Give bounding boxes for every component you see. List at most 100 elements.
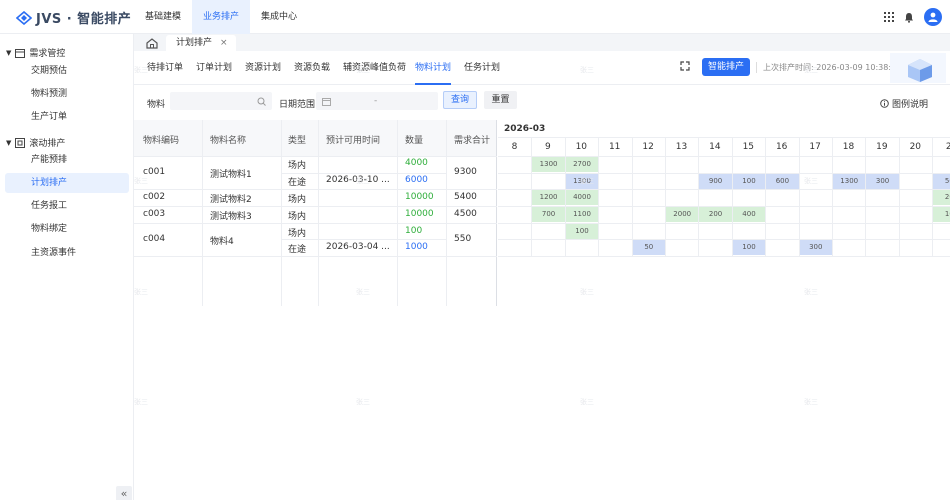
gantt-bar[interactable]: 600 xyxy=(766,174,799,189)
gantt-bar[interactable]: 1100 xyxy=(565,207,599,222)
tab-plan-scheduling[interactable]: 计划排产 × xyxy=(166,35,236,51)
gantt-bar[interactable]: 4000 xyxy=(565,190,599,205)
tab-label: 计划排产 xyxy=(176,38,213,48)
bell-icon[interactable] xyxy=(904,12,914,23)
watermark: 张三 xyxy=(580,398,594,406)
subtab-material-plan[interactable]: 物料计划 xyxy=(415,51,452,85)
app-title: JVS · 智能排产 xyxy=(36,12,132,27)
subtab-resource-plan[interactable]: 资源计划 xyxy=(245,51,281,85)
legend-button[interactable]: 图例说明 xyxy=(880,97,928,110)
logo-icon xyxy=(16,10,32,25)
collapse-sidebar-button[interactable]: « xyxy=(116,486,132,500)
table-header-bg xyxy=(134,120,497,156)
sidebar-group-label: 需求管控 xyxy=(29,49,66,59)
gantt-bar[interactable]: 20 xyxy=(933,190,950,205)
cube-illustration-icon xyxy=(890,53,946,83)
gantt-bar[interactable]: 1200 xyxy=(532,190,565,205)
app-logo[interactable]: JVS · 智能排产 xyxy=(16,8,131,27)
sidebar-item-delivery-estimate[interactable]: 交期预估 xyxy=(5,61,129,81)
watermark: 张三 xyxy=(356,177,370,185)
sidebar-item-material-binding[interactable]: 物料绑定 xyxy=(5,219,129,239)
top-bar: JVS · 智能排产 基础建模 业务排产 集成中心 xyxy=(0,0,950,34)
subtab-aux-resource-peak[interactable]: 辅资源峰值负荷 xyxy=(343,51,406,85)
caret-down-icon: ▼ xyxy=(6,138,12,147)
avatar[interactable] xyxy=(924,8,942,26)
gantt-bar[interactable]: 100 xyxy=(732,174,766,189)
material-name: 测试物料1 xyxy=(210,170,252,180)
subtab-task-plan[interactable]: 任务计划 xyxy=(464,51,500,85)
material-code: c004 xyxy=(143,234,166,244)
fullscreen-icon[interactable] xyxy=(680,61,690,71)
gantt-bar[interactable]: 300 xyxy=(866,174,899,189)
date-range-input[interactable]: - xyxy=(316,92,438,110)
material-filter-label: 物料 xyxy=(147,100,166,110)
demand-total: 5400 xyxy=(454,192,477,202)
query-button[interactable]: 查询 xyxy=(443,91,477,109)
gantt-bar[interactable]: 300 xyxy=(799,240,832,255)
demand-total: 9300 xyxy=(454,167,477,177)
sidebar-item-main-resource-event[interactable]: 主资源事件 xyxy=(5,243,129,263)
sidebar-item-capacity-prescheduling[interactable]: 产能预排 xyxy=(5,150,129,170)
home-icon[interactable] xyxy=(144,36,160,50)
material-name: 测试物料3 xyxy=(210,212,252,222)
close-icon[interactable]: × xyxy=(220,35,228,51)
apps-grid-icon[interactable] xyxy=(884,12,894,22)
sidebar-item-material-forecast[interactable]: 物料预测 xyxy=(5,84,129,104)
topnav-integration-center[interactable]: 集成中心 xyxy=(250,0,308,34)
gantt-day-label: 9 xyxy=(545,142,551,152)
gantt-bar[interactable]: 100 xyxy=(732,240,766,255)
gantt-bar[interactable]: 2700 xyxy=(565,157,599,172)
material-qty: 10000 xyxy=(405,192,434,202)
sidebar-item-task-report[interactable]: 任务报工 xyxy=(5,196,129,216)
gantt-bar[interactable]: 700 xyxy=(532,207,565,222)
date-range-separator: - xyxy=(374,96,378,106)
material-type: 在途 xyxy=(288,178,307,188)
gantt-day-label: 17 xyxy=(809,142,821,152)
material-type: 在途 xyxy=(288,245,307,255)
last-schedule-time: 上次排产时间: 2026-03-09 10:38:58 xyxy=(756,62,901,73)
subtab-pending-orders[interactable]: 待排订单 xyxy=(147,51,183,85)
gantt-bar[interactable]: 100 xyxy=(565,224,599,239)
search-icon xyxy=(257,97,266,106)
gantt-bar[interactable]: 400 xyxy=(732,207,766,222)
caret-down-icon: ▼ xyxy=(6,48,12,57)
material-qty: 10000 xyxy=(405,209,434,219)
gantt-bar[interactable]: 900 xyxy=(699,174,732,189)
info-icon xyxy=(880,99,889,108)
reset-button[interactable]: 重置 xyxy=(484,91,517,109)
gantt-bar[interactable]: 2000 xyxy=(666,207,699,222)
sidebar-item-plan-scheduling[interactable]: 计划排产 xyxy=(5,173,129,193)
subtab-resource-load[interactable]: 资源负载 xyxy=(294,51,330,85)
gantt-day-label: 19 xyxy=(876,142,888,152)
gantt-day-label: 18 xyxy=(842,142,855,152)
watermark: 张三 xyxy=(134,398,148,406)
header-expected-time: 预计可用时间 xyxy=(326,136,381,146)
gantt-day-label: 10 xyxy=(575,142,588,152)
gantt-bar[interactable]: 200 xyxy=(699,207,732,222)
watermark: 张三 xyxy=(580,66,594,74)
main-panel: 待排订单 订单计划 资源计划 资源负载 辅资源峰值负荷 物料计划 任务计划 智能… xyxy=(134,51,950,500)
user-icon xyxy=(928,12,938,22)
topnav-basic-modeling[interactable]: 基础建模 xyxy=(134,0,192,34)
header-quantity: 数量 xyxy=(405,136,424,146)
gantt-day-label: 2 xyxy=(945,142,950,152)
filter-bar: 物料 日期范围 - 查询 重置 图例说明 xyxy=(134,85,950,119)
smart-schedule-button[interactable]: 智能排产 xyxy=(702,58,750,76)
material-qty: 4000 xyxy=(405,158,428,168)
watermark: 张三 xyxy=(356,398,370,406)
subtab-order-plan[interactable]: 订单计划 xyxy=(196,51,232,85)
gantt-bar[interactable]: 50 xyxy=(632,240,665,255)
topnav-business-scheduling[interactable]: 业务排产 xyxy=(192,0,250,34)
gantt-bar[interactable]: 1300 xyxy=(532,157,565,172)
calendar-icon xyxy=(322,98,331,106)
sidebar-group-rolling[interactable]: ▼ 滚动排产 xyxy=(6,136,65,149)
sidebar-item-production-order[interactable]: 生产订单 xyxy=(5,107,129,127)
demand-total: 550 xyxy=(454,234,472,244)
gantt-bar[interactable]: 10 xyxy=(933,207,950,222)
gantt-bar[interactable]: 1300 xyxy=(833,174,866,189)
header-type: 类型 xyxy=(288,136,307,146)
material-qty: 100 xyxy=(405,226,423,236)
gantt-bar[interactable]: 50 xyxy=(933,174,950,189)
sidebar-group-demand[interactable]: ▼ 需求管控 xyxy=(6,46,65,59)
material-input[interactable] xyxy=(170,92,272,110)
